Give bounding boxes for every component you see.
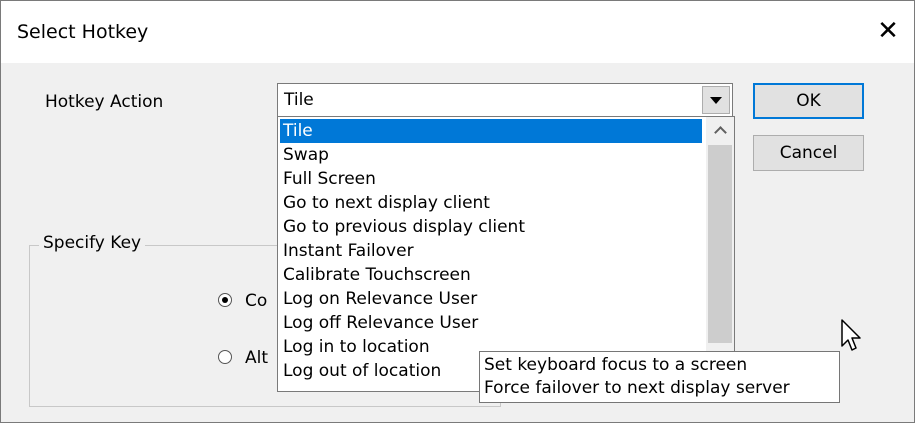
tooltip-line: Set keyboard focus to a screen: [484, 355, 748, 375]
hotkey-action-value: Tile: [284, 90, 314, 110]
radio-option-1-label: Co: [245, 291, 268, 311]
chevron-down-icon: [710, 96, 722, 104]
chevron-up-icon: [713, 125, 727, 139]
close-button[interactable]: ✕: [868, 11, 908, 51]
tooltip-line: Force failover to next display server: [484, 378, 790, 398]
cancel-button[interactable]: Cancel: [753, 135, 864, 171]
dropdown-button[interactable]: [702, 86, 730, 114]
dialog-title: Select Hotkey: [17, 21, 149, 43]
list-scrollbar[interactable]: [706, 117, 734, 391]
mouse-pointer-icon: [841, 319, 861, 351]
list-item[interactable]: Full Screen: [280, 167, 702, 191]
ok-button[interactable]: OK: [753, 83, 864, 119]
list-item[interactable]: Instant Failover: [280, 239, 702, 263]
select-hotkey-dialog: Select Hotkey ✕ Hotkey Action Tile OK Ca…: [0, 0, 915, 423]
radio-option-2[interactable]: [218, 350, 232, 364]
radio-option-2-label: Alt: [245, 348, 269, 368]
list-item[interactable]: Tile: [280, 119, 702, 143]
scroll-thumb[interactable]: [708, 145, 732, 343]
hotkey-action-label: Hotkey Action: [45, 92, 164, 112]
title-bar: Select Hotkey ✕: [1, 1, 914, 63]
radio-option-1[interactable]: [218, 293, 232, 307]
hotkey-action-dropdown[interactable]: Tile: [277, 83, 733, 117]
tooltip: Set keyboard focus to a screen Force fai…: [479, 351, 840, 403]
scroll-up-button[interactable]: [706, 117, 734, 143]
specify-key-group-title: Specify Key: [39, 233, 146, 253]
list-item[interactable]: Go to next display client: [280, 191, 702, 215]
list-item[interactable]: Calibrate Touchscreen: [280, 263, 702, 287]
list-item[interactable]: Swap: [280, 143, 702, 167]
list-item[interactable]: Go to previous display client: [280, 215, 702, 239]
close-icon: ✕: [877, 16, 899, 46]
list-item[interactable]: Log on Relevance User: [280, 287, 702, 311]
list-item[interactable]: Log off Relevance User: [280, 311, 702, 335]
